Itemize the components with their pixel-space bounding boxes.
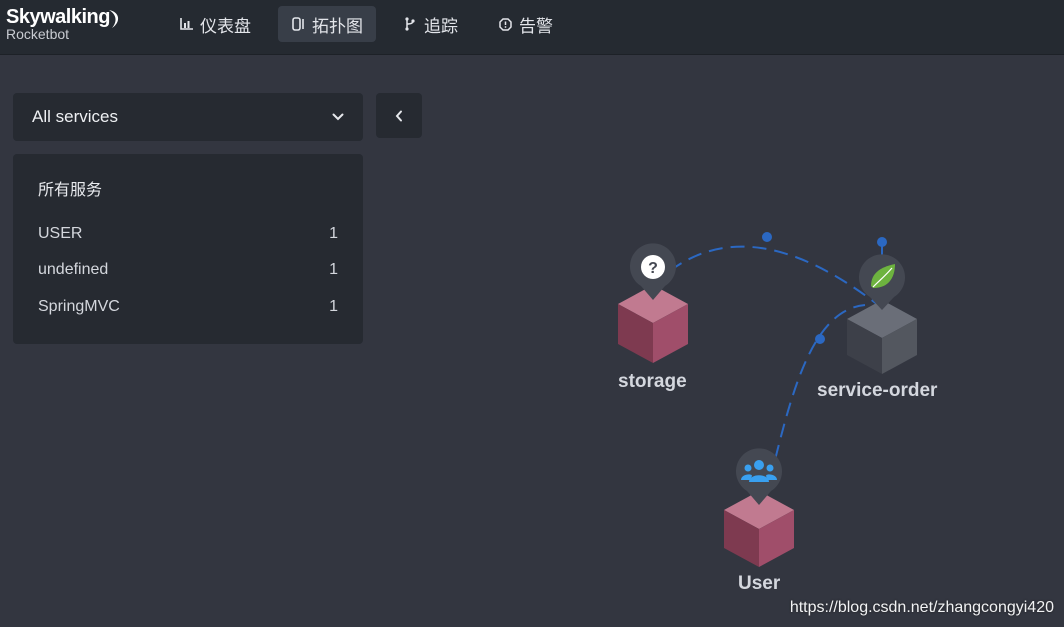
node-service-order[interactable] bbox=[847, 254, 917, 374]
chevron-down-icon bbox=[332, 113, 344, 121]
service-type-count: 1 bbox=[329, 225, 338, 242]
trace-icon bbox=[403, 17, 417, 31]
nav-dashboard[interactable]: 仪表盘 bbox=[166, 6, 264, 42]
node-user[interactable] bbox=[724, 448, 794, 567]
node-storage[interactable]: ? bbox=[618, 243, 688, 363]
node-label-storage: storage bbox=[618, 371, 687, 392]
watermark: https://blog.csdn.net/zhangcongyi420 bbox=[789, 599, 1054, 616]
alarm-icon bbox=[498, 17, 512, 31]
nav-trace[interactable]: 追踪 bbox=[390, 6, 471, 42]
question-icon: ? bbox=[648, 260, 658, 277]
logo[interactable]: Skywalking Rocketbot bbox=[6, 6, 119, 42]
nav-topology[interactable]: 拓扑图 bbox=[278, 6, 376, 42]
nav-alarm[interactable]: 告警 bbox=[485, 6, 566, 42]
service-type-name: SpringMVC bbox=[38, 298, 120, 315]
nav-trace-label: 追踪 bbox=[424, 16, 458, 36]
link-dot bbox=[877, 237, 887, 247]
service-type-count: 1 bbox=[329, 298, 338, 315]
service-type-name: USER bbox=[38, 225, 83, 242]
topology-graph: ? bbox=[618, 232, 917, 567]
service-type-row[interactable]: SpringMVC 1 bbox=[38, 296, 338, 318]
link-storage-to-service-order bbox=[652, 245, 883, 309]
node-label-service-order: service-order bbox=[817, 380, 938, 401]
top-navigation-bar: Skywalking Rocketbot 仪表盘 拓扑图 追踪 告警 bbox=[0, 0, 1064, 55]
service-type-name: undefined bbox=[38, 261, 109, 278]
service-select-value: All services bbox=[32, 107, 118, 126]
panel-title: 所有服务 bbox=[38, 182, 103, 199]
link-dot bbox=[762, 232, 772, 242]
nav-topology-label: 拓扑图 bbox=[312, 16, 363, 36]
topology-canvas[interactable]: ? storage service-order User bbox=[440, 200, 1064, 627]
service-summary-panel: 所有服务 USER 1 undefined 1 SpringMVC 1 bbox=[13, 154, 363, 344]
nav-alarm-label: 告警 bbox=[519, 16, 553, 36]
logo-swoosh-icon bbox=[109, 10, 119, 28]
service-select[interactable]: All services bbox=[13, 93, 363, 141]
bar-chart-icon bbox=[179, 17, 193, 31]
logo-subtitle: Rocketbot bbox=[6, 26, 70, 42]
link-dot bbox=[815, 334, 825, 344]
collapse-sidebar-button[interactable] bbox=[376, 93, 422, 138]
service-type-row[interactable]: undefined 1 bbox=[38, 259, 338, 281]
chevron-left-icon bbox=[395, 110, 402, 121]
service-type-count: 1 bbox=[329, 261, 338, 278]
nav-dashboard-label: 仪表盘 bbox=[200, 16, 251, 36]
service-type-row[interactable]: USER 1 bbox=[38, 223, 338, 245]
node-label-user: User bbox=[738, 573, 781, 594]
main-nav: 仪表盘 拓扑图 追踪 告警 bbox=[166, 6, 580, 42]
logo-title: Skywalking bbox=[6, 6, 110, 28]
topology-icon bbox=[291, 17, 305, 31]
